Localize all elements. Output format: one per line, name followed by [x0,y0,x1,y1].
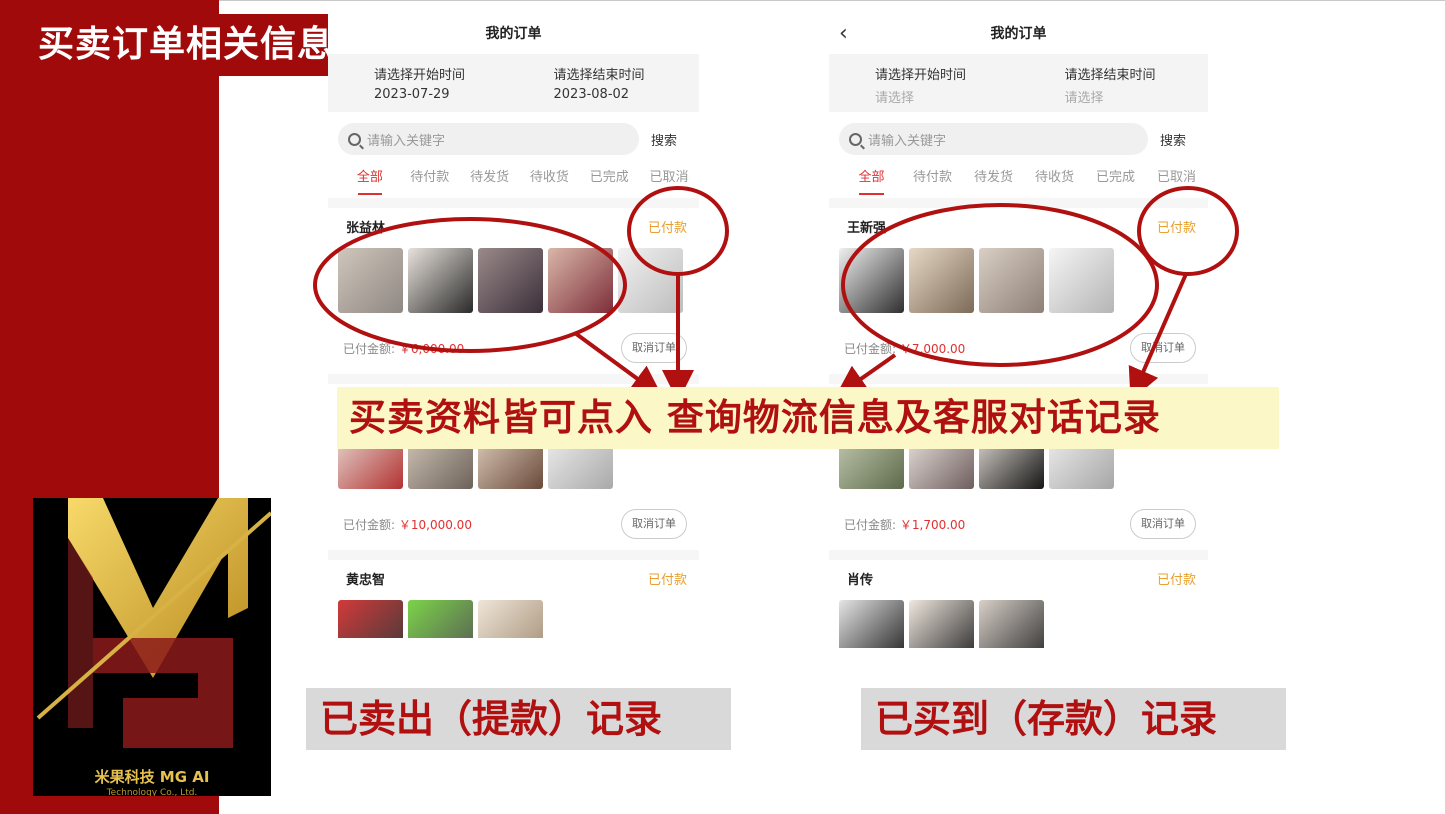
order-status: 已付款 [647,221,687,236]
end-date-value: 2023-08-02 [553,87,630,102]
date-filter: 请选择开始时间 请选择 请选择结束时间 请选择 [829,54,1208,112]
paid-amount: 已付金额: ￥10,000.00 [343,517,472,532]
start-date-label: 请选择开始时间 [875,68,967,83]
tab-cancelled[interactable]: 已取消 [1146,162,1207,198]
tab-pending-receipt[interactable]: 待收货 [1024,162,1085,198]
tab-pending-payment[interactable]: 待付款 [400,162,460,198]
paid-amount: 已付金额: ￥6,000.00 [343,341,465,356]
search-placeholder: 请输入关键字 [868,133,947,149]
product-image[interactable] [338,248,403,313]
tab-all[interactable]: 全部 [841,162,902,198]
start-date-value: 请选择 [875,91,915,106]
sold-orders-screen: 我的订单 请选择开始时间 2023-07-29 请选择结束时间 2023-08-… [328,14,699,638]
product-image[interactable] [979,600,1044,648]
product-image[interactable] [909,600,974,648]
search-bar: 请输入关键字 搜索 [328,112,699,162]
chevron-left-icon[interactable]: ‹ [839,14,848,54]
product-image[interactable] [618,248,683,313]
search-input[interactable]: 请输入关键字 [839,123,1148,155]
product-thumbnails [839,248,1196,314]
cancel-order-button[interactable]: 取消订单 [1130,509,1196,539]
order-status: 已付款 [1156,573,1196,588]
order-card[interactable]: 王新强 已付款 已付金额: ￥7,000.00 取消订单 [829,208,1208,374]
product-image[interactable] [478,600,543,638]
product-image[interactable] [408,600,473,638]
end-date-picker[interactable]: 请选择结束时间 2023-08-02 [520,54,700,112]
company-logo: 米果科技 MG AI Technology Co., Ltd. [33,498,271,796]
page-title: 我的订单 [990,26,1047,42]
search-icon [348,132,361,146]
feature-callout: 买卖资料皆可点入 查询物流信息及客服对话记录 [337,387,1279,449]
page-title: 我的订单 [485,26,542,42]
product-image[interactable] [979,248,1044,313]
top-divider [219,0,1445,1]
product-image[interactable] [909,248,974,313]
logo-text-cn: 米果科技 MG AI [94,768,210,786]
end-date-value: 请选择 [1064,91,1104,106]
tab-cancelled[interactable]: 已取消 [639,162,699,198]
end-date-label: 请选择结束时间 [553,68,645,83]
paid-amount: 已付金额: ￥7,000.00 [844,341,966,356]
order-card[interactable]: 张益林 已付款 已付金额: ￥6,000.00 取消订单 [328,208,699,374]
product-image[interactable] [478,248,543,313]
order-tabs: 全部 待付款 待发货 待收货 已完成 已取消 [829,162,1208,198]
product-thumbnails [338,600,687,638]
order-status: 已付款 [647,573,687,588]
seller-name: 肖传 [847,573,874,588]
tab-pending-shipment[interactable]: 待发货 [460,162,520,198]
tab-all[interactable]: 全部 [340,162,400,198]
search-input[interactable]: 请输入关键字 [338,123,639,155]
product-image[interactable] [839,600,904,648]
nav-bar: ‹ 我的订单 [829,14,1208,54]
cancel-order-button[interactable]: 取消订单 [621,333,687,363]
sold-records-caption: 已卖出（提款）记录 [306,688,731,750]
bought-orders-screen: ‹ 我的订单 请选择开始时间 请选择 请选择结束时间 请选择 请输入关键字 搜索… [829,14,1208,648]
date-filter: 请选择开始时间 2023-07-29 请选择结束时间 2023-08-02 [328,54,699,112]
start-date-picker[interactable]: 请选择开始时间 请选择 [829,54,1019,112]
tab-pending-payment[interactable]: 待付款 [902,162,963,198]
order-status: 已付款 [1156,221,1196,236]
search-button[interactable]: 搜索 [1148,130,1198,149]
seller-name: 王新强 [847,221,887,236]
order-card[interactable]: 黄忠智 已付款 [328,560,699,638]
order-tabs: 全部 待付款 待发货 待收货 已完成 已取消 [328,162,699,198]
product-thumbnails [338,248,687,314]
buyer-name: 黄忠智 [346,573,386,588]
product-image[interactable] [548,248,613,313]
product-image[interactable] [338,600,403,638]
start-date-picker[interactable]: 请选择开始时间 2023-07-29 [328,54,520,112]
tab-pending-shipment[interactable]: 待发货 [963,162,1024,198]
end-date-label: 请选择结束时间 [1064,68,1156,83]
search-placeholder: 请输入关键字 [367,133,446,149]
paid-amount: 已付金额: ￥1,700.00 [844,517,966,532]
order-card[interactable]: 肖传 已付款 [829,560,1208,648]
product-image[interactable] [408,248,473,313]
search-icon [849,132,862,146]
bought-records-caption: 已买到（存款）记录 [861,688,1286,750]
tab-completed[interactable]: 已完成 [1085,162,1146,198]
mg-logo-icon [36,498,271,748]
end-date-picker[interactable]: 请选择结束时间 请选择 [1019,54,1209,112]
start-date-value: 2023-07-29 [374,87,450,102]
logo-text-en: Technology Co., Ltd. [106,788,198,796]
search-button[interactable]: 搜索 [639,130,689,149]
product-image[interactable] [1049,248,1114,313]
cancel-order-button[interactable]: 取消订单 [1130,333,1196,363]
tab-pending-receipt[interactable]: 待收货 [519,162,579,198]
product-thumbnails [839,600,1196,648]
start-date-label: 请选择开始时间 [374,68,466,83]
tab-completed[interactable]: 已完成 [579,162,639,198]
buyer-name: 张益林 [346,221,386,236]
nav-bar: 我的订单 [328,14,699,54]
product-image[interactable] [839,248,904,313]
search-bar: 请输入关键字 搜索 [829,112,1208,162]
cancel-order-button[interactable]: 取消订单 [621,509,687,539]
